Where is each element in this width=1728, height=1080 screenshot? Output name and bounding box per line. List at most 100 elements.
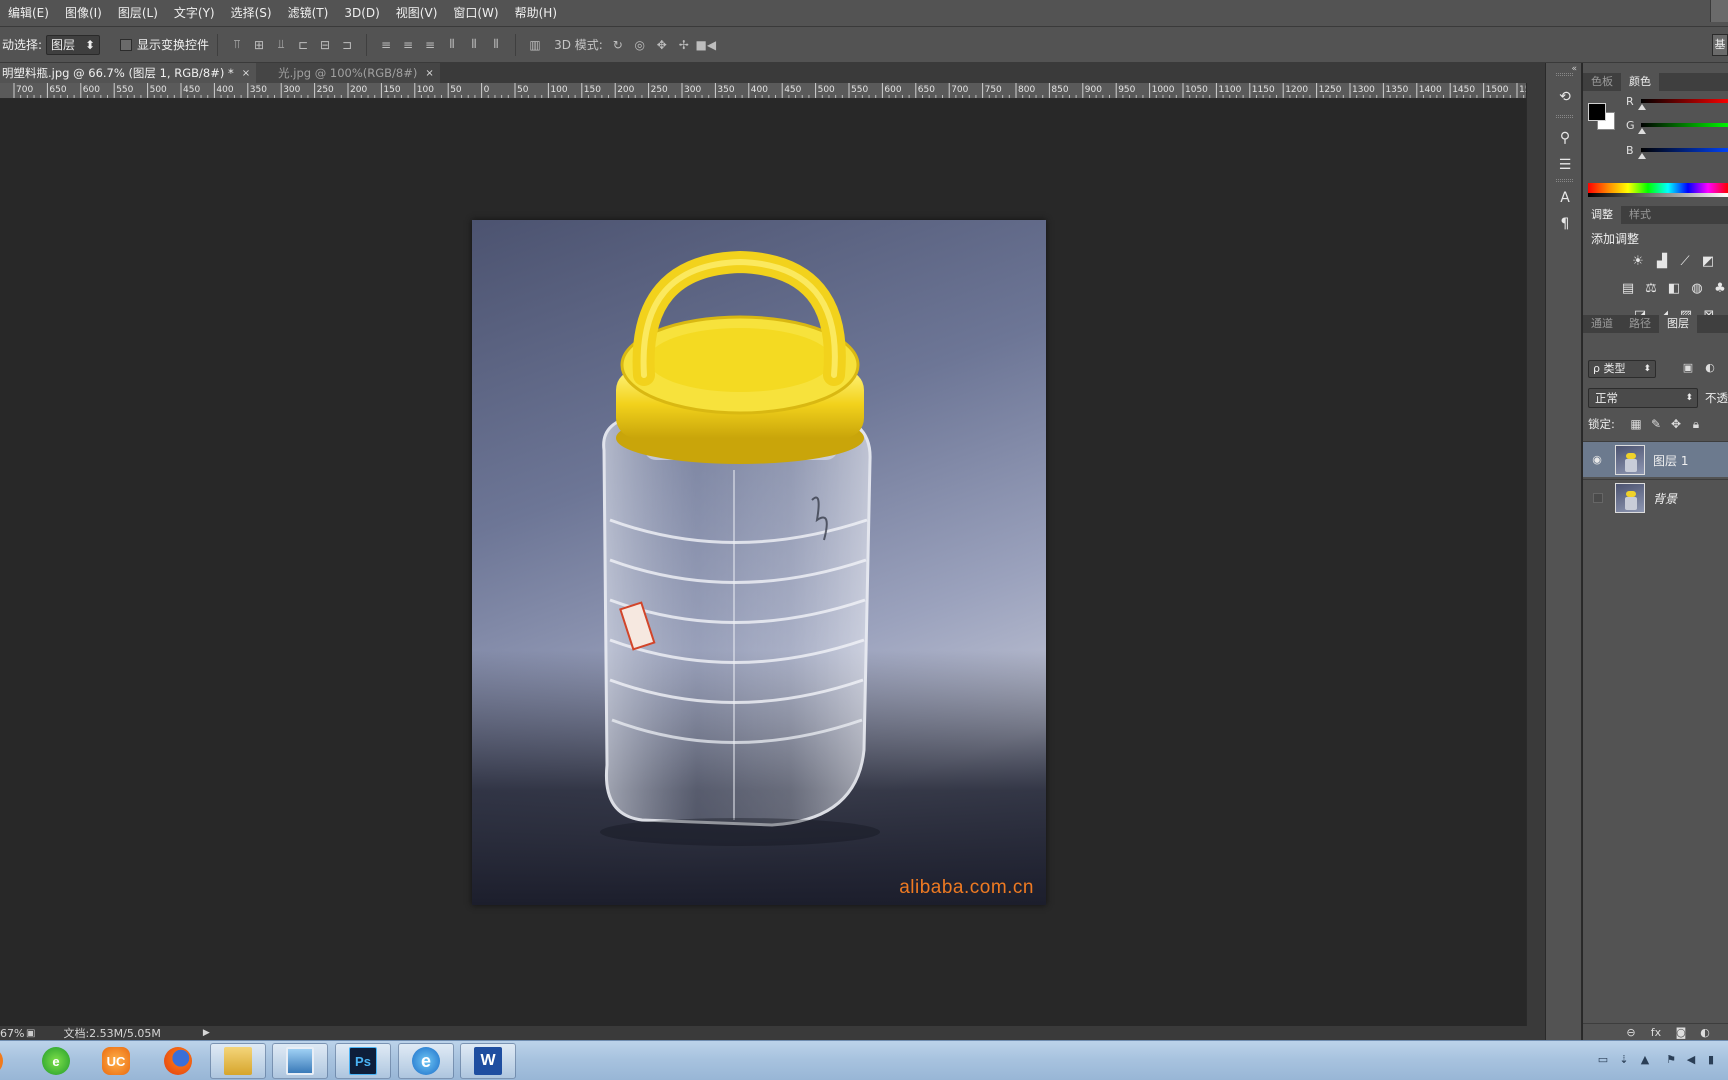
align-bottom-icon[interactable]: ⫫ — [272, 36, 290, 54]
panel-grip[interactable] — [1556, 179, 1573, 182]
menu-window[interactable]: 窗口(W) — [445, 0, 506, 27]
align-top-icon[interactable]: ⫪ — [228, 36, 246, 54]
layer-row-layer1[interactable]: ◉ 图层 1 — [1583, 441, 1728, 477]
tab-styles[interactable]: 样式 — [1621, 206, 1659, 224]
channel-g-slider[interactable] — [1641, 123, 1728, 127]
align-left-icon[interactable]: ⊏ — [294, 36, 312, 54]
proof-icon[interactable]: ▣ — [26, 1028, 35, 1039]
vertical-scrollbar[interactable] — [1526, 83, 1545, 1027]
paragraph-icon[interactable]: ¶ — [1555, 214, 1575, 234]
distribute-right-icon[interactable]: ⦀ — [487, 36, 505, 54]
menu-help[interactable]: 帮助(H) — [507, 0, 565, 27]
channel-r-slider[interactable] — [1641, 99, 1728, 103]
network-icon[interactable]: ▮ — [1704, 1053, 1718, 1067]
tab-layers[interactable]: 图层 — [1659, 315, 1697, 333]
curves-icon[interactable]: ⟋ — [1676, 254, 1694, 270]
3d-drag-icon[interactable]: ✥ — [653, 36, 671, 54]
color-balance-icon[interactable]: ⚖ — [1642, 281, 1660, 297]
horizontal-ruler[interactable]: 700 650 600 550 500 450 400 350 300 250 200 150 100 5… — [0, 83, 1526, 99]
taskbar-360-browser[interactable]: e — [28, 1043, 84, 1079]
align-vcenter-icon[interactable]: ⊞ — [250, 36, 268, 54]
tab-light[interactable]: 光.jpg @ 100%(RGB/8#) × — [256, 63, 440, 83]
window-control-stub[interactable] — [1710, 0, 1728, 22]
tab-plastic-bottle[interactable]: 明塑料瓶.jpg @ 66.7% (图层 1, RGB/8#) * × — [0, 63, 257, 83]
fx-icon[interactable]: fx — [1648, 1025, 1664, 1040]
levels-icon[interactable]: ▟ — [1653, 254, 1671, 270]
channel-mixer-icon[interactable]: ♣ — [1711, 281, 1728, 297]
channel-b-knob[interactable] — [1638, 153, 1646, 159]
action-center-icon[interactable]: ⚑ — [1664, 1053, 1678, 1067]
eye-icon[interactable]: ◉ — [1589, 452, 1605, 468]
link-icon[interactable]: ⊖ — [1623, 1025, 1639, 1040]
character-icon[interactable]: A — [1555, 188, 1575, 208]
taskbar-photoshop[interactable]: Ps — [335, 1043, 391, 1079]
close-icon[interactable]: × — [242, 68, 250, 79]
lock-paint-icon[interactable]: ✎ — [1648, 416, 1664, 432]
auto-select-dropdown[interactable]: 图层 ⬍ — [46, 34, 101, 55]
align-hcenter-icon[interactable]: ⊟ — [316, 36, 334, 54]
blend-mode-dropdown[interactable]: 正常 ⬍ — [1588, 388, 1698, 408]
3d-slide-icon[interactable]: ✢ — [675, 36, 693, 54]
3d-scale-icon[interactable]: ■◀ — [696, 36, 717, 54]
distribute-hcenter-icon[interactable]: ⦀ — [465, 36, 483, 54]
tab-paths[interactable]: 路径 — [1621, 315, 1659, 333]
channel-r-knob[interactable] — [1638, 104, 1646, 110]
menu-edit[interactable]: 编辑(E) — [0, 0, 57, 27]
mask-icon[interactable]: ◙ — [1673, 1025, 1689, 1040]
input-method-tray-icon[interactable]: ⇣ — [1617, 1053, 1631, 1067]
volume-icon[interactable]: ◀ — [1684, 1053, 1698, 1067]
tab-adjustments[interactable]: 调整 — [1583, 206, 1621, 224]
lock-all-icon[interactable]: 🔒︎ — [1688, 416, 1704, 432]
distribute-bottom-icon[interactable]: ≡ — [421, 36, 439, 54]
tab-color[interactable]: 颜色 — [1621, 73, 1659, 91]
exposure-icon[interactable]: ◩ — [1699, 254, 1717, 270]
visibility-toggle[interactable] — [1593, 493, 1603, 503]
layer-row-background[interactable]: 背景 — [1583, 479, 1728, 515]
color-spectrum-bar[interactable] — [1588, 183, 1728, 197]
auto-align-icon[interactable]: ▥ — [526, 36, 544, 54]
align-right-icon[interactable]: ⊐ — [338, 36, 356, 54]
show-transform-checkbox[interactable] — [120, 38, 133, 51]
menu-3d[interactable]: 3D(D) — [336, 0, 387, 27]
show-hidden-icons-icon[interactable]: ▲ — [1638, 1053, 1652, 1067]
history-icon[interactable]: ⟲ — [1555, 87, 1575, 107]
brush-preset-icon[interactable]: ⚲ — [1555, 128, 1575, 148]
3d-roll-icon[interactable]: ◎ — [631, 36, 649, 54]
filter-adjust-icon[interactable]: ◐ — [1701, 360, 1719, 376]
status-menu-arrow-icon[interactable]: ▶ — [203, 1028, 210, 1038]
foreground-color-swatch[interactable] — [1588, 103, 1606, 121]
panel-grip[interactable] — [1556, 73, 1573, 76]
keyboard-tray-icon[interactable]: ▭ — [1596, 1053, 1610, 1067]
menu-type[interactable]: 文字(Y) — [166, 0, 223, 27]
distribute-vcenter-icon[interactable]: ≡ — [399, 36, 417, 54]
panel-grip[interactable] — [1556, 115, 1573, 118]
adjustment-layer-icon[interactable]: ◐ — [1697, 1025, 1713, 1040]
layer-kind-filter[interactable]: ρ 类型 ⬍ — [1588, 360, 1656, 378]
taskbar-partial-app[interactable] — [0, 1043, 8, 1079]
taskbar-internet-explorer[interactable]: e — [398, 1043, 454, 1079]
black-white-icon[interactable]: ◧ — [1665, 281, 1683, 297]
tab-channels[interactable]: 通道 — [1583, 315, 1621, 333]
menu-layer[interactable]: 图层(L) — [110, 0, 166, 27]
channel-g-knob[interactable] — [1638, 128, 1646, 134]
distribute-left-icon[interactable]: ⦀ — [443, 36, 461, 54]
channel-b-slider[interactable] — [1641, 148, 1728, 152]
filter-pixel-icon[interactable]: ▣ — [1679, 360, 1697, 376]
vibrance-icon[interactable]: ▤ — [1619, 281, 1637, 297]
workspace-button[interactable]: 基 — [1712, 34, 1728, 56]
menu-image[interactable]: 图像(I) — [57, 0, 110, 27]
taskbar-file-explorer[interactable] — [210, 1043, 266, 1079]
menu-select[interactable]: 选择(S) — [223, 0, 280, 27]
lock-position-icon[interactable]: ✥ — [1668, 416, 1684, 432]
distribute-top-icon[interactable]: ≡ — [377, 36, 395, 54]
menu-view[interactable]: 视图(V) — [388, 0, 446, 27]
close-icon[interactable]: × — [425, 68, 433, 79]
adjust-sliders-icon[interactable]: ☰ — [1555, 155, 1575, 175]
lock-transparent-icon[interactable]: ▦ — [1628, 416, 1644, 432]
tab-swatches[interactable]: 色板 — [1583, 73, 1621, 91]
brightness-icon[interactable]: ☀ — [1629, 254, 1647, 270]
taskbar-photo-viewer[interactable] — [272, 1043, 328, 1079]
photo-filter-icon[interactable]: ◍ — [1688, 281, 1706, 297]
zoom-level[interactable]: 67% — [0, 1027, 24, 1040]
menu-filter[interactable]: 滤镜(T) — [280, 0, 337, 27]
